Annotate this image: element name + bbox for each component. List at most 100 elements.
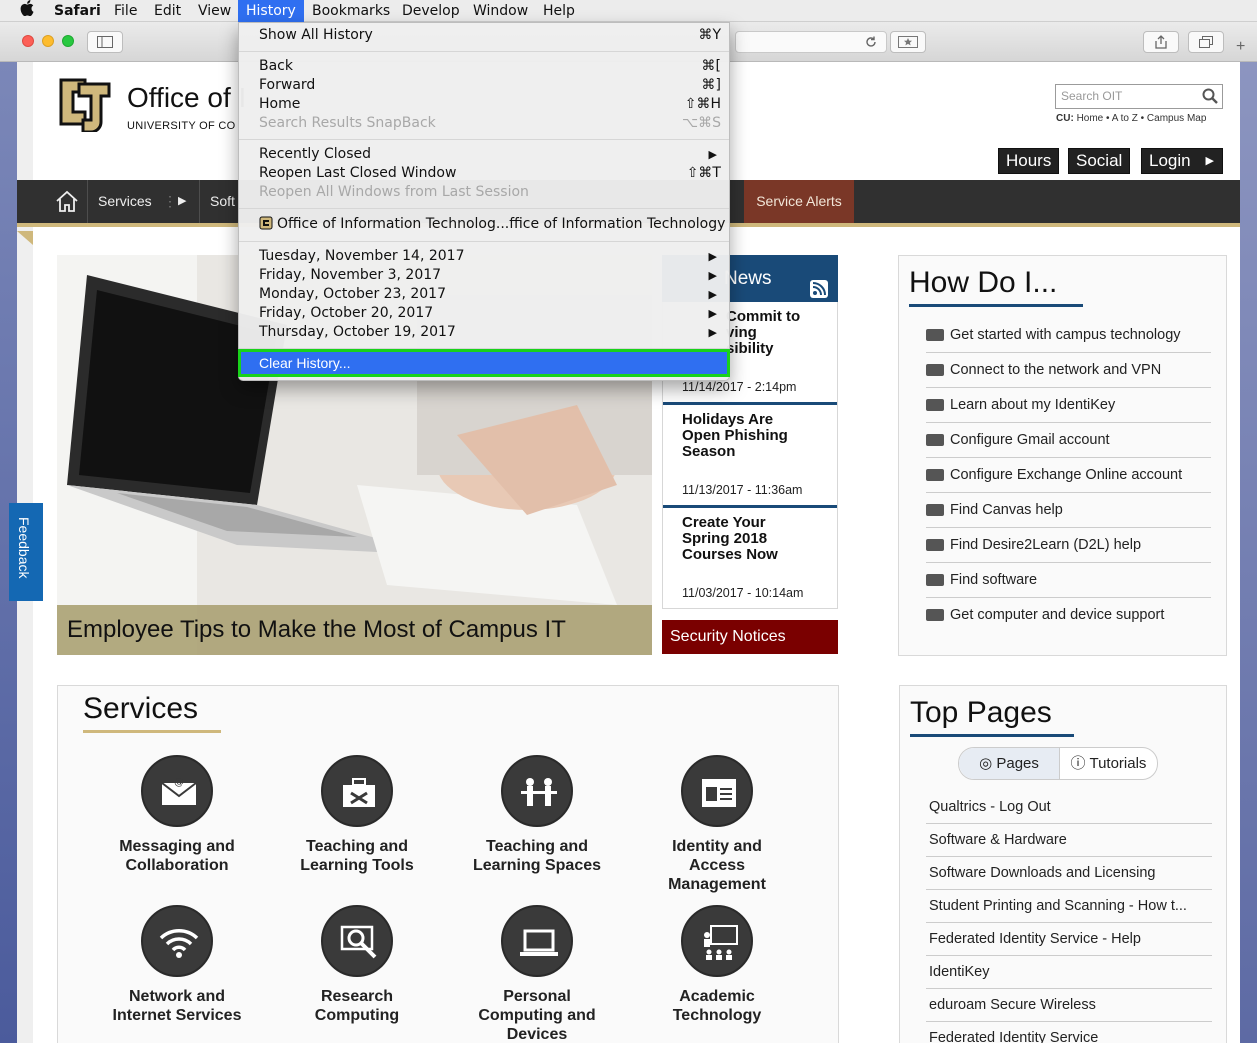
how-do-i-item[interactable]: Configure Gmail account bbox=[926, 423, 1211, 458]
service-academic-technology[interactable]: Academic Technology bbox=[627, 905, 807, 1025]
menu-window[interactable]: Window bbox=[465, 0, 536, 22]
how-do-i-item[interactable]: Get started with campus technology bbox=[926, 318, 1211, 353]
menu-item-label: Show All History bbox=[259, 27, 373, 43]
how-do-i-label: Configure Gmail account bbox=[950, 432, 1110, 448]
how-do-i-label: Connect to the network and VPN bbox=[950, 362, 1162, 378]
menu-file[interactable]: File bbox=[106, 0, 145, 22]
how-do-i-item[interactable]: Find software bbox=[926, 563, 1211, 598]
top-page-link[interactable]: Qualtrics - Log Out bbox=[926, 791, 1212, 824]
top-page-link[interactable]: Software Downloads and Licensing bbox=[926, 857, 1212, 890]
social-button[interactable]: Social bbox=[1068, 148, 1131, 174]
feedback-tab[interactable]: Feedback bbox=[9, 503, 43, 601]
search-oit-input[interactable]: Search OIT bbox=[1055, 84, 1223, 109]
tab-pages[interactable]: ◎ Pages bbox=[959, 748, 1059, 779]
menu-view[interactable]: View bbox=[190, 0, 239, 22]
cu-quick-links[interactable]: CU: Home • A to Z • Campus Map bbox=[1056, 113, 1206, 124]
zoom-window-button[interactable] bbox=[62, 35, 74, 47]
how-do-i-item[interactable]: Find Canvas help bbox=[926, 493, 1211, 528]
menu-app-safari[interactable]: Safari bbox=[46, 0, 109, 22]
home-icon[interactable] bbox=[55, 180, 81, 223]
top-page-link[interactable]: Student Printing and Scanning - How t... bbox=[926, 890, 1212, 923]
service-network[interactable]: Network and Internet Services bbox=[87, 905, 267, 1025]
top-page-link[interactable]: eduroam Secure Wireless bbox=[926, 989, 1212, 1022]
menu-item-recently-closed[interactable]: Recently Closed ▶ bbox=[259, 145, 721, 164]
tabs-overview-icon[interactable] bbox=[1188, 31, 1224, 53]
menu-item-history-day[interactable]: Tuesday, November 14, 2017 ▶ bbox=[259, 247, 721, 266]
service-research[interactable]: Research Computing bbox=[267, 905, 447, 1025]
menu-item-label: Thursday, October 19, 2017 bbox=[259, 324, 456, 340]
hero-caption[interactable]: Employee Tips to Make the Most of Campus… bbox=[57, 605, 652, 655]
history-menu: Show All History ⌘Y Back ⌘[ Forward ⌘] Home… bbox=[238, 22, 730, 381]
menu-item-show-all-history[interactable]: Show All History ⌘Y bbox=[259, 26, 721, 45]
menu-item-history-day[interactable]: Friday, November 3, 2017 ▶ bbox=[259, 266, 721, 285]
menu-item-history-day[interactable]: Friday, October 20, 2017 ▶ bbox=[259, 304, 721, 323]
nav-chevron-right-icon[interactable]: ▶ bbox=[178, 180, 186, 223]
news-item-title[interactable]: Holidays Are Open Phishing Season bbox=[682, 412, 832, 460]
hours-button[interactable]: Hours bbox=[998, 148, 1060, 174]
bookmark-star-icon[interactable] bbox=[890, 31, 926, 53]
menu-item-recent-site[interactable]: Office of Information Technolog...ffice … bbox=[259, 215, 725, 234]
submenu-arrow-icon: ▶ bbox=[708, 307, 717, 320]
news-item-title[interactable]: Commit to ving sibility . bbox=[726, 309, 876, 373]
menu-edit[interactable]: Edit bbox=[146, 0, 189, 22]
nav-software[interactable]: Soft bbox=[210, 180, 235, 223]
menu-item-reopen-last-window[interactable]: Reopen Last Closed Window ⇧⌘T bbox=[259, 164, 721, 183]
service-alerts-tab[interactable]: Service Alerts bbox=[744, 180, 854, 223]
classroom-icon bbox=[926, 504, 944, 517]
globe-icon: ◎ bbox=[979, 755, 993, 772]
desktop-background-right bbox=[1240, 62, 1257, 1043]
news-item-title[interactable]: Create Your Spring 2018 Courses Now bbox=[682, 515, 832, 563]
menu-item-history-day[interactable]: Monday, October 23, 2017 ▶ bbox=[259, 285, 721, 304]
login-button[interactable]: Login ▶ bbox=[1141, 148, 1223, 174]
login-label: Login bbox=[1149, 151, 1191, 170]
menu-help[interactable]: Help bbox=[535, 0, 583, 22]
top-page-link[interactable]: IdentiKey bbox=[926, 956, 1212, 989]
menu-develop[interactable]: Develop bbox=[394, 0, 468, 22]
minimize-window-button[interactable] bbox=[42, 35, 54, 47]
service-messaging[interactable]: @ Messaging and Collaboration bbox=[87, 755, 267, 875]
menu-item-clear-history[interactable]: Clear History... bbox=[238, 349, 730, 377]
apple-menu-icon[interactable] bbox=[12, 0, 42, 22]
cu-links-text[interactable]: Home • A to Z • Campus Map bbox=[1077, 113, 1207, 124]
service-teaching-tools[interactable]: Teaching and Learning Tools bbox=[267, 755, 447, 875]
menu-item-back[interactable]: Back ⌘[ bbox=[259, 57, 721, 76]
how-do-i-item[interactable]: Configure Exchange Online account bbox=[926, 458, 1211, 493]
site-title[interactable]: Office of I bbox=[127, 82, 246, 114]
share-icon[interactable] bbox=[1143, 31, 1179, 53]
menu-shortcut: ⌘[ bbox=[701, 58, 721, 74]
nav-services[interactable]: Services bbox=[98, 180, 152, 223]
sidebar-toggle-icon[interactable] bbox=[87, 31, 123, 53]
service-identity-access[interactable]: Identity and Access Management bbox=[627, 755, 807, 894]
cu-logo[interactable] bbox=[57, 74, 115, 134]
how-do-i-item[interactable]: Learn about my IdentiKey bbox=[926, 388, 1211, 423]
menu-item-label: Back bbox=[259, 58, 293, 74]
menu-bookmarks[interactable]: Bookmarks bbox=[304, 0, 398, 22]
how-do-i-item[interactable]: Get computer and device support bbox=[926, 598, 1211, 633]
how-do-i-item[interactable]: Find Desire2Learn (D2L) help bbox=[926, 528, 1211, 563]
search-icon[interactable] bbox=[1202, 88, 1218, 104]
menu-history[interactable]: History bbox=[238, 0, 304, 22]
mail-icon bbox=[926, 469, 944, 482]
top-page-link[interactable]: Software & Hardware bbox=[926, 824, 1212, 857]
news-divider bbox=[663, 505, 837, 508]
service-personal-computing[interactable]: Personal Computing and Devices bbox=[447, 905, 627, 1043]
address-bar[interactable] bbox=[735, 31, 887, 53]
rss-feed-icon[interactable] bbox=[810, 269, 828, 298]
tab-tutorials[interactable]: ⓘ Tutorials bbox=[1059, 748, 1157, 779]
download-icon bbox=[926, 574, 944, 587]
reload-icon[interactable] bbox=[864, 35, 878, 54]
how-do-i-item[interactable]: Connect to the network and VPN bbox=[926, 353, 1211, 388]
menu-item-label: Tuesday, November 14, 2017 bbox=[259, 248, 465, 264]
new-tab-icon[interactable]: + bbox=[1236, 38, 1245, 56]
close-window-button[interactable] bbox=[22, 35, 34, 47]
top-page-link[interactable]: Federated Identity Service - Help bbox=[926, 923, 1212, 956]
site-favicon-icon bbox=[259, 216, 273, 230]
service-teaching-spaces[interactable]: Teaching and Learning Spaces bbox=[447, 755, 627, 875]
menu-item-home[interactable]: Home ⇧⌘H bbox=[259, 95, 721, 114]
security-notices-button[interactable]: Security Notices bbox=[662, 620, 838, 654]
menu-shortcut: ⌥⌘S bbox=[681, 115, 721, 131]
menu-item-label: Monday, October 23, 2017 bbox=[259, 286, 446, 302]
menu-item-forward[interactable]: Forward ⌘] bbox=[259, 76, 721, 95]
menu-item-history-day[interactable]: Thursday, October 19, 2017 ▶ bbox=[259, 323, 721, 342]
top-page-link[interactable]: Federated Identity Service bbox=[926, 1022, 1212, 1043]
